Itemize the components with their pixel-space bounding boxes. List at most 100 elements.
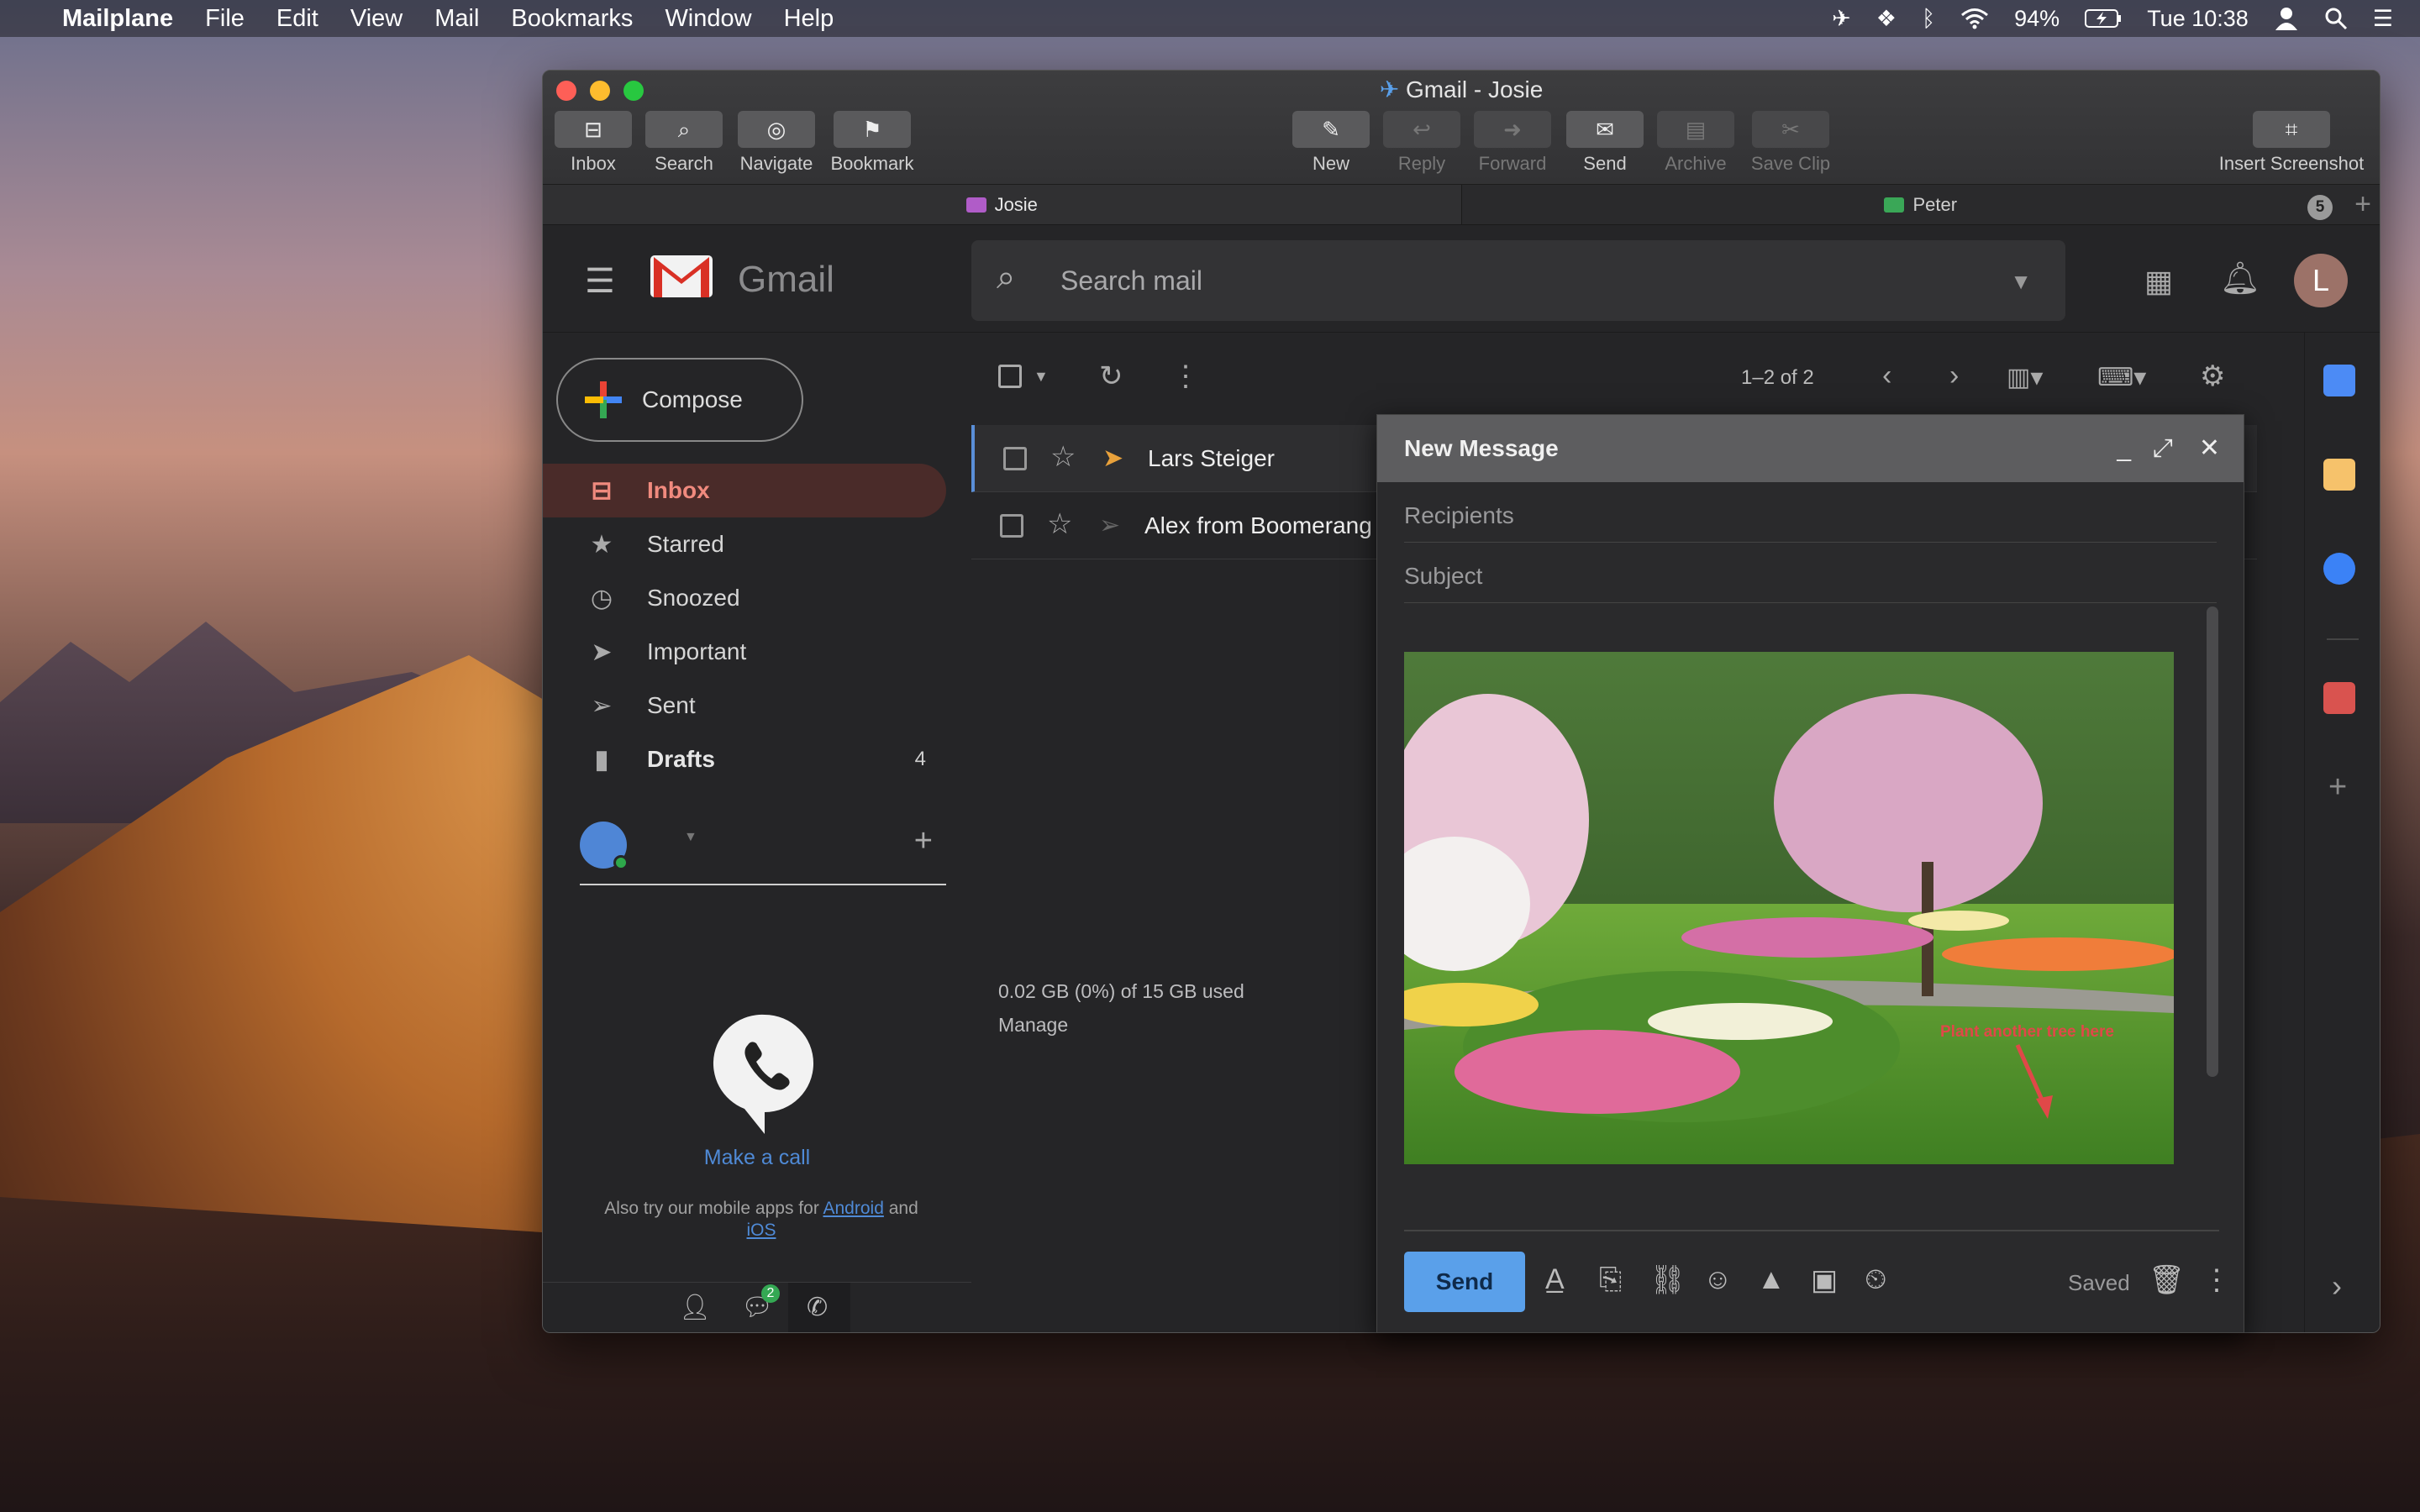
sidebar-item-important[interactable]: ➤ Important xyxy=(543,625,946,679)
get-addons-icon[interactable]: + xyxy=(2328,769,2347,806)
attach-file-icon[interactable]: ⎘ xyxy=(1599,1263,1622,1296)
make-a-call-link[interactable]: Make a call xyxy=(543,1146,971,1170)
apps-grid-icon[interactable]: ▦ xyxy=(2144,264,2173,299)
add-contact-icon[interactable]: + xyxy=(914,823,933,859)
previous-page-icon[interactable]: ‹ xyxy=(1882,360,1891,392)
send-button[interactable]: Send xyxy=(1404,1252,1525,1312)
search-icon: ⌕ xyxy=(997,259,1016,296)
compose-header[interactable]: New Message _ ⤢ ✕ xyxy=(1377,415,2244,482)
insert-photo-icon[interactable]: ▣ xyxy=(1811,1263,1838,1297)
manage-storage-link[interactable]: Manage xyxy=(998,1008,1244,1042)
keep-icon[interactable] xyxy=(2323,459,2355,491)
contacts-icon[interactable]: 👤︎ xyxy=(679,1293,711,1322)
android-link[interactable]: Android xyxy=(823,1199,884,1218)
sidebar-item-sent[interactable]: ➢ Sent xyxy=(543,679,946,732)
next-page-icon[interactable]: › xyxy=(1949,360,1959,392)
split-pane-toggle-icon[interactable]: ▥▾ xyxy=(2007,363,2043,392)
menu-edit[interactable]: Edit xyxy=(276,5,318,33)
tab-josie[interactable]: Josie xyxy=(543,185,1462,224)
recipients-field[interactable]: Recipients xyxy=(1404,482,2217,543)
toolbar-send-button[interactable]: ✉ Send xyxy=(1566,111,1644,175)
fullscreen-icon[interactable]: ⤢ xyxy=(2153,415,2173,482)
ios-link[interactable]: iOS xyxy=(746,1221,776,1240)
hangouts-user-selector[interactable]: ▼ + xyxy=(580,811,946,885)
select-all-checkbox[interactable] xyxy=(998,365,1022,388)
menu-file[interactable]: File xyxy=(205,5,245,33)
user-icon[interactable] xyxy=(2274,7,2299,30)
battery-icon[interactable] xyxy=(2085,9,2122,28)
toolbar-save-clip-button[interactable]: ✂ Save Clip xyxy=(1744,111,1837,175)
star-outline-icon[interactable]: ☆ xyxy=(1047,507,1072,541)
input-tools-icon[interactable]: ⌨▾ xyxy=(2097,363,2146,392)
dropbox-icon[interactable]: ❖ xyxy=(1876,6,1897,32)
toolbar-navigate-button[interactable]: ◎ Navigate xyxy=(734,111,818,175)
gmail-sidebar: Compose ⊟ Inbox ★ Starred ◷ Snoozed ➤ Import… xyxy=(543,333,971,1332)
chevron-down-icon[interactable]: ▼ xyxy=(684,830,697,845)
toolbar-search-button[interactable]: ⌕ Search xyxy=(645,111,723,175)
sidebar-item-snoozed[interactable]: ◷ Snoozed xyxy=(543,571,946,625)
toolbar-forward-button[interactable]: ➜ Forward xyxy=(1472,111,1553,175)
expand-panel-icon[interactable]: › xyxy=(2332,1268,2342,1304)
chat-unread-badge: 2 xyxy=(761,1284,780,1303)
menu-app-name[interactable]: Mailplane xyxy=(62,5,173,33)
battery-percent[interactable]: 94% xyxy=(2014,6,2060,32)
main-menu-icon[interactable]: ☰ xyxy=(585,262,615,301)
compose-window: New Message _ ⤢ ✕ Recipients Subject Pla… xyxy=(1376,414,2244,1333)
search-options-icon[interactable]: ▼ xyxy=(2010,269,2032,295)
boomerang-icon[interactable] xyxy=(2323,682,2355,714)
pagination-text: 1–2 of 2 xyxy=(1741,366,1814,389)
calendar-icon[interactable] xyxy=(2323,365,2355,396)
formatting-options-icon[interactable]: A̲ xyxy=(1545,1263,1565,1296)
toolbar-reply-button[interactable]: ↩ Reply xyxy=(1383,111,1460,175)
more-options-icon[interactable]: ⋮ xyxy=(2202,1263,2231,1297)
airplane-icon[interactable]: ✈ xyxy=(1832,6,1851,32)
minimize-icon[interactable]: _ xyxy=(2117,415,2131,482)
storage-info: 0.02 GB (0%) of 15 GB used Manage xyxy=(998,974,1244,1042)
notification-center-icon[interactable]: ☰ xyxy=(2373,6,2393,32)
toolbar-bookmark-button[interactable]: ⚑ Bookmark xyxy=(827,111,918,175)
spotlight-search-icon[interactable] xyxy=(2324,7,2348,30)
search-input[interactable]: ⌕ Search mail ▼ xyxy=(971,240,2065,321)
sidebar-item-drafts[interactable]: ▮ Drafts 4 xyxy=(543,732,946,786)
compose-scrollbar[interactable] xyxy=(2207,606,2218,1077)
menu-view[interactable]: View xyxy=(350,5,402,33)
close-icon[interactable]: ✕ xyxy=(2199,415,2220,482)
toolbar-archive-button[interactable]: ▤ Archive xyxy=(1655,111,1736,175)
not-important-marker-icon[interactable]: ➢ xyxy=(1099,511,1120,540)
notifications-icon[interactable]: 🔔︎ xyxy=(2220,260,2260,297)
discard-draft-icon[interactable]: 🗑︎ xyxy=(2149,1263,2185,1297)
wifi-icon[interactable] xyxy=(1960,8,1989,29)
row-checkbox[interactable] xyxy=(1003,447,1027,470)
sidebar-item-inbox[interactable]: ⊟ Inbox xyxy=(543,464,946,517)
select-options-chevron-icon[interactable]: ▼ xyxy=(1034,368,1049,386)
menu-window[interactable]: Window xyxy=(665,5,751,33)
toolbar-new-button[interactable]: ✎ New xyxy=(1292,111,1370,175)
compose-button[interactable]: Compose xyxy=(556,358,803,442)
tasks-icon[interactable] xyxy=(2323,553,2355,585)
toolbar-insert-screenshot-button[interactable]: ⌗ Insert Screenshot xyxy=(2212,111,2371,175)
star-outline-icon[interactable]: ☆ xyxy=(1050,440,1076,474)
add-tab-button[interactable]: + xyxy=(2354,188,2371,221)
row-checkbox[interactable] xyxy=(1000,514,1023,538)
settings-gear-icon[interactable]: ⚙ xyxy=(2200,360,2225,393)
inline-garden-photo[interactable]: Plant another tree here xyxy=(1404,652,2174,1164)
phone-tab[interactable]: ✆ xyxy=(788,1283,850,1332)
menu-help[interactable]: Help xyxy=(784,5,834,33)
bluetooth-icon[interactable]: ᛒ xyxy=(1922,6,1935,32)
sidebar-item-starred[interactable]: ★ Starred xyxy=(543,517,946,571)
clock[interactable]: Tue 10:38 xyxy=(2147,6,2249,32)
tab-peter[interactable]: Peter xyxy=(1462,185,2381,224)
menu-bookmarks[interactable]: Bookmarks xyxy=(511,5,633,33)
phone-bubble-icon xyxy=(713,1014,814,1134)
google-drive-icon[interactable]: ▲ xyxy=(1757,1263,1786,1296)
important-marker-icon[interactable]: ➤ xyxy=(1102,444,1123,473)
menu-mail[interactable]: Mail xyxy=(434,5,479,33)
confidential-mode-icon[interactable]: ⏲ xyxy=(1865,1263,1887,1296)
more-options-icon[interactable]: ⋮ xyxy=(1171,360,1200,393)
insert-link-icon[interactable]: ⛓ xyxy=(1649,1263,1686,1297)
insert-emoji-icon[interactable]: ☺ xyxy=(1703,1263,1733,1296)
toolbar-inbox-button[interactable]: ⊟ Inbox xyxy=(555,111,632,175)
refresh-icon[interactable]: ↻ xyxy=(1099,360,1123,393)
account-avatar[interactable]: L xyxy=(2294,254,2348,307)
subject-field[interactable]: Subject xyxy=(1404,543,2217,603)
